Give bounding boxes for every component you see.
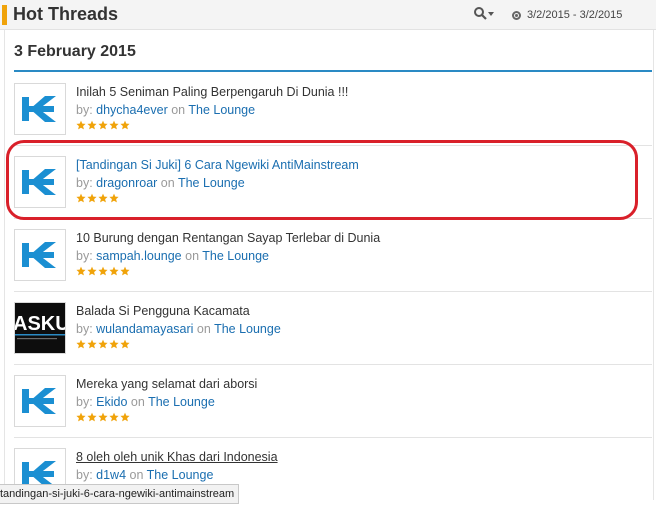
- date-range-label: 3/2/2015 - 3/2/2015: [527, 9, 623, 21]
- star-icon: [76, 266, 86, 276]
- by-label: by:: [76, 249, 97, 263]
- star-icon: [120, 339, 130, 349]
- thread-row[interactable]: ASKU Balada Si Pengguna Kacamata by: wulan…: [14, 292, 652, 365]
- star-icon: [98, 193, 108, 203]
- thread-author-link[interactable]: d1w4: [96, 468, 126, 482]
- thread-meta: by: sampah.lounge on The Lounge: [76, 249, 269, 263]
- thread-author-link[interactable]: dhycha4ever: [96, 103, 168, 117]
- thread-forum-link[interactable]: The Lounge: [147, 468, 214, 482]
- thread-forum-link[interactable]: The Lounge: [178, 176, 245, 190]
- star-icon: [87, 412, 97, 422]
- star-icon: [109, 193, 119, 203]
- thread-forum-link[interactable]: The Lounge: [188, 103, 255, 117]
- thread-title-link[interactable]: [Tandingan Si Juki] 6 Cara Ngewiki AntiM…: [76, 158, 359, 172]
- star-icon: [98, 120, 108, 130]
- thread-forum-link[interactable]: The Lounge: [202, 249, 269, 263]
- by-label: by:: [76, 176, 97, 190]
- star-icon: [109, 120, 119, 130]
- star-icon: [98, 339, 108, 349]
- thread-meta: by: Ekido on The Lounge: [76, 395, 215, 409]
- search-icon: [474, 7, 494, 20]
- by-label: by:: [76, 395, 97, 409]
- status-url-bar: tandingan-si-juki-6-cara-ngewiki-antimai…: [0, 484, 240, 504]
- star-icon: [109, 412, 119, 422]
- by-label: by:: [76, 468, 97, 482]
- thread-title-link[interactable]: 10 Burung dengan Rentangan Sayap Terleba…: [76, 231, 380, 245]
- thread-author-link[interactable]: wulandamayasari: [96, 322, 193, 336]
- thread-meta: by: dhycha4ever on The Lounge: [76, 103, 255, 117]
- star-icon: [87, 193, 97, 203]
- search-dropdown-button[interactable]: [473, 6, 495, 22]
- kaskus-banner-logo-icon: ASKU: [15, 303, 65, 353]
- thread-author-link[interactable]: dragonroar: [96, 176, 157, 190]
- star-icon: [76, 339, 86, 349]
- thread-author-link[interactable]: Ekido: [96, 395, 127, 409]
- thread-title-link[interactable]: Mereka yang selamat dari aborsi: [76, 377, 257, 391]
- star-icon: [109, 339, 119, 349]
- kaskus-k-logo-icon: [15, 157, 65, 207]
- star-icon: [87, 120, 97, 130]
- star-icon: [76, 193, 86, 203]
- kaskus-k-logo-icon: [15, 230, 65, 280]
- kaskus-k-logo-icon: [15, 84, 65, 134]
- thread-thumbnail[interactable]: [14, 229, 66, 281]
- on-label: on: [181, 249, 203, 263]
- star-icon: [87, 266, 97, 276]
- thread-row[interactable]: Inilah 5 Seniman Paling Berpengaruh Di D…: [14, 73, 652, 146]
- star-icon: [109, 266, 119, 276]
- by-label: by:: [76, 322, 97, 336]
- star-icon: [76, 120, 86, 130]
- kaskus-k-logo-icon: [15, 376, 65, 426]
- thread-author-link[interactable]: sampah.lounge: [96, 249, 181, 263]
- star-icon: [76, 412, 86, 422]
- star-icon: [120, 266, 130, 276]
- thread-meta: by: dragonroar on The Lounge: [76, 176, 245, 190]
- rating-stars: [76, 339, 130, 350]
- header-accent-bar: [2, 5, 7, 25]
- star-icon: [120, 120, 130, 130]
- thread-title-link[interactable]: Inilah 5 Seniman Paling Berpengaruh Di D…: [76, 85, 348, 99]
- thread-thumbnail[interactable]: [14, 83, 66, 135]
- on-label: on: [157, 176, 178, 190]
- hot-threads-header: Hot Threads 3/2/2015 - 3/2/2015: [0, 0, 656, 30]
- section-divider: [14, 70, 652, 72]
- rating-stars: [76, 266, 130, 277]
- date-range-picker[interactable]: 3/2/2015 - 3/2/2015: [512, 7, 622, 23]
- on-label: on: [127, 395, 149, 409]
- thread-thumbnail[interactable]: ASKU: [14, 302, 66, 354]
- thread-thumbnail[interactable]: [14, 156, 66, 208]
- calendar-dot-icon: [512, 10, 521, 20]
- on-label: on: [193, 322, 215, 336]
- chevron-down-icon: [488, 12, 494, 16]
- rating-stars: [76, 412, 130, 423]
- thumb-text: ASKU: [15, 313, 65, 335]
- star-icon: [87, 339, 97, 349]
- star-icon: [98, 266, 108, 276]
- thread-meta: by: wulandamayasari on The Lounge: [76, 322, 281, 336]
- star-icon: [98, 412, 108, 422]
- thread-title-link[interactable]: 8 oleh oleh unik Khas dari Indonesia: [76, 450, 278, 464]
- thread-thumbnail[interactable]: [14, 375, 66, 427]
- on-label: on: [126, 468, 147, 482]
- date-heading: 3 February 2015: [14, 43, 136, 60]
- on-label: on: [167, 103, 189, 117]
- by-label: by:: [76, 103, 97, 117]
- thread-forum-link[interactable]: The Lounge: [214, 322, 281, 336]
- thread-forum-link[interactable]: The Lounge: [148, 395, 215, 409]
- thread-row[interactable]: [Tandingan Si Juki] 6 Cara Ngewiki AntiM…: [14, 146, 652, 219]
- thread-meta: by: d1w4 on The Lounge: [76, 468, 213, 482]
- rating-stars: [76, 193, 119, 204]
- star-icon: [120, 412, 130, 422]
- page-title: Hot Threads: [13, 4, 119, 24]
- thread-title-link[interactable]: Balada Si Pengguna Kacamata: [76, 304, 250, 318]
- thread-row[interactable]: Mereka yang selamat dari aborsi by: Ekido…: [14, 365, 652, 438]
- thread-row[interactable]: 10 Burung dengan Rentangan Sayap Terleba…: [14, 219, 652, 292]
- rating-stars: [76, 120, 130, 131]
